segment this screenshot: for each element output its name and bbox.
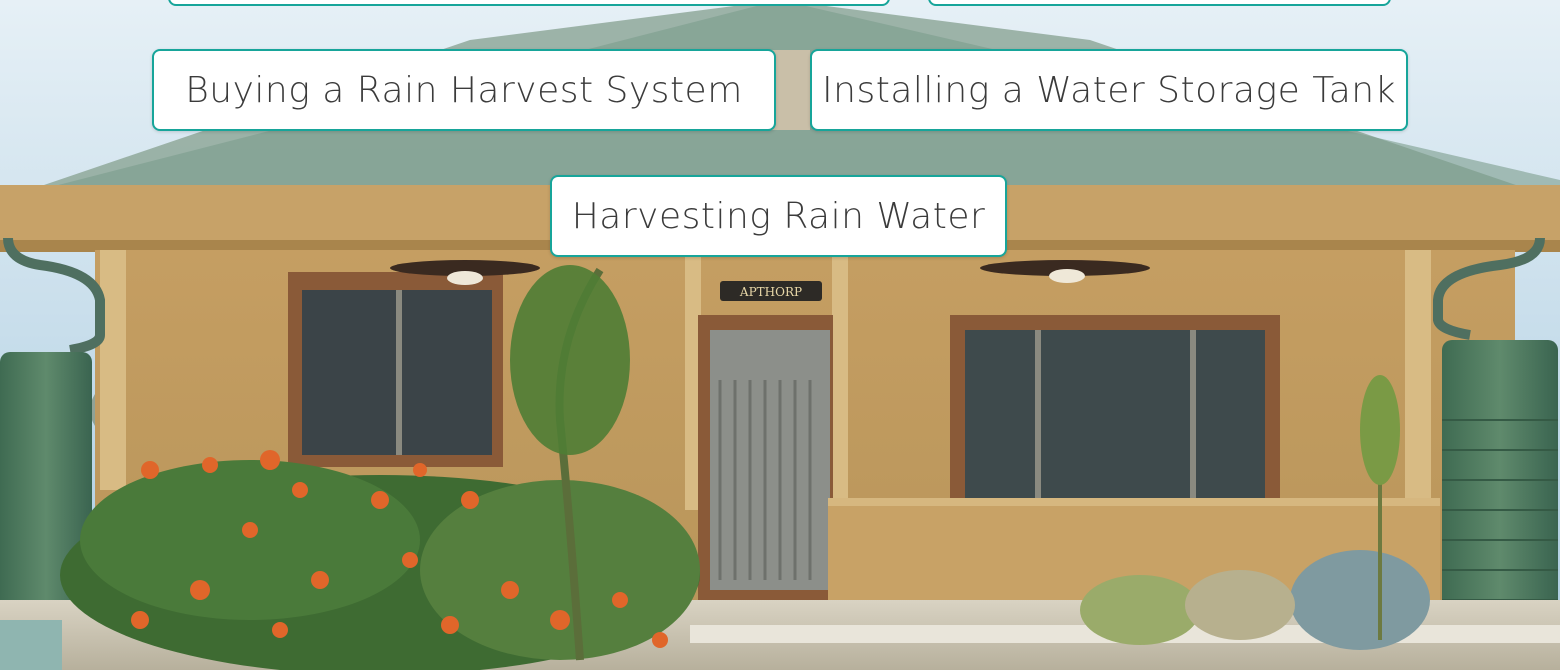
partial-link-button-top-left[interactable] [168,0,890,6]
house-sign-text: APTHORP [739,285,802,299]
partial-link-button-top-right[interactable] [928,0,1391,6]
installing-water-storage-tank-link[interactable]: Installing a Water Storage Tank [810,49,1408,131]
hero-banner: APTHORP Buying a Rain Harvest System Ins… [0,0,1560,670]
buying-rain-harvest-system-link[interactable]: Buying a Rain Harvest System [152,49,776,131]
harvesting-rain-water-link[interactable]: Harvesting Rain Water [550,175,1007,257]
